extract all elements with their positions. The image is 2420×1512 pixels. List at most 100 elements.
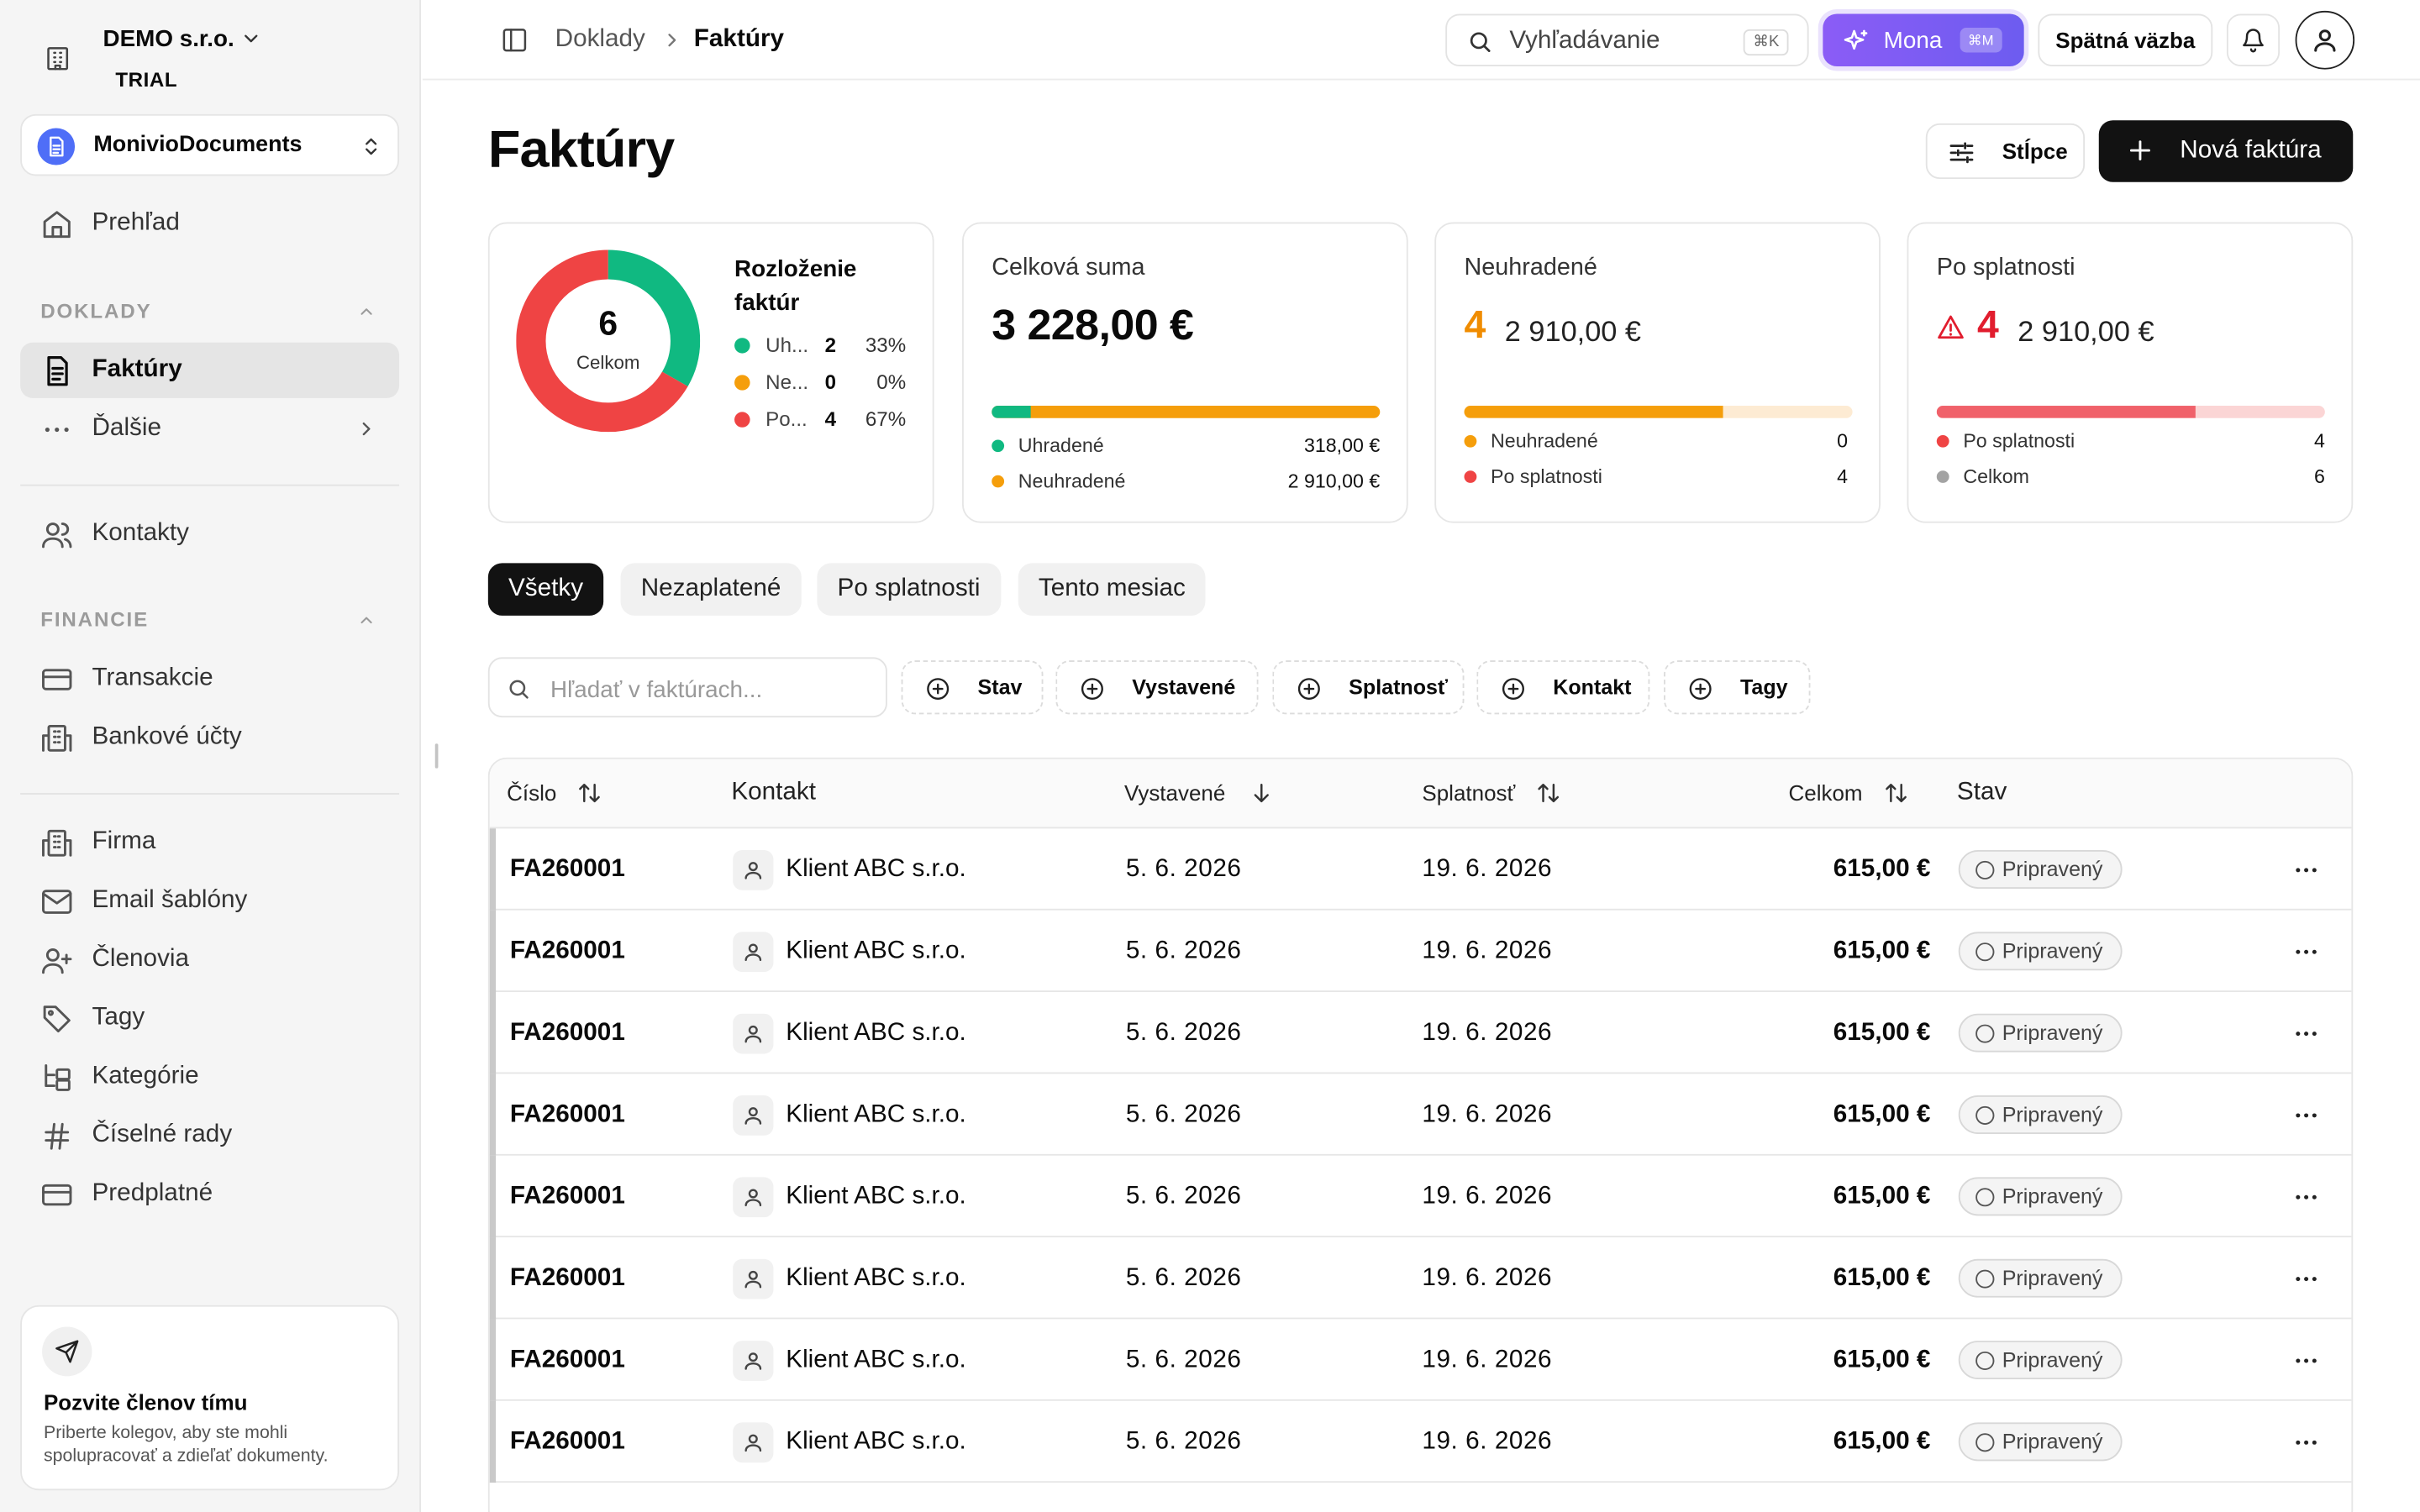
invoice-number[interactable]: FA260001 bbox=[510, 938, 625, 966]
invoice-search-input[interactable] bbox=[550, 672, 863, 707]
sidebar-item-bank-accounts[interactable]: Bankové účty bbox=[20, 710, 399, 765]
table-row[interactable]: FA260001 Klient ABC s.r.o. 5. 6. 2026 19. 6… bbox=[489, 991, 2352, 1074]
sort-icon[interactable] bbox=[1536, 780, 1561, 805]
sidebar-item-email-templates[interactable]: Email šablóny bbox=[20, 874, 399, 929]
more-actions-icon[interactable] bbox=[2292, 1347, 2320, 1374]
invoice-number[interactable]: FA260001 bbox=[510, 1184, 625, 1211]
sidebar-item-label: Email šablóny bbox=[92, 887, 248, 914]
sidebar-item-label: Členovia bbox=[92, 945, 190, 973]
sidebar-item-transactions[interactable]: Transakcie bbox=[20, 651, 399, 706]
status-circle-icon bbox=[1975, 1351, 1995, 1370]
invite-card[interactable]: Pozvite členov tímu Priberte kolegov, ab… bbox=[20, 1305, 400, 1491]
legend-value: 318,00 € bbox=[1303, 434, 1381, 457]
columns-button[interactable]: Stĺpce bbox=[1925, 123, 2086, 180]
org-switcher[interactable]: DEMO s.r.o. TRIAL bbox=[40, 22, 399, 99]
user-avatar-button[interactable] bbox=[2295, 10, 2355, 70]
column-header-number[interactable]: Číslo bbox=[507, 780, 556, 805]
sort-icon[interactable] bbox=[577, 780, 602, 805]
invoice-number[interactable]: FA260001 bbox=[510, 1265, 625, 1293]
search-icon bbox=[1467, 29, 1492, 54]
tab-this-month[interactable]: Tento mesiac bbox=[1018, 563, 1206, 616]
more-actions-icon[interactable] bbox=[2292, 1101, 2320, 1129]
sidebar-item-more[interactable]: Ďalšie bbox=[20, 402, 399, 457]
sidebar-toggle-icon[interactable] bbox=[501, 26, 529, 54]
legend-label: Celkom bbox=[1963, 465, 2029, 488]
filter-contact[interactable]: Kontakt bbox=[1476, 660, 1650, 715]
sidebar-item-subscription[interactable]: Predplatné bbox=[20, 1167, 399, 1222]
column-header-contact[interactable]: Kontakt bbox=[731, 780, 816, 807]
more-actions-icon[interactable] bbox=[2292, 1265, 2320, 1293]
global-search-input[interactable] bbox=[1509, 24, 1728, 59]
workspace-switcher[interactable]: MonivioDocuments bbox=[20, 113, 400, 176]
tab-unpaid[interactable]: Nezaplatené bbox=[620, 563, 802, 616]
tab-all[interactable]: Všetky bbox=[487, 563, 604, 616]
table-row[interactable]: FA260001 Klient ABC s.r.o. 5. 6. 2026 19. 6… bbox=[489, 1400, 2352, 1483]
more-actions-icon[interactable] bbox=[2292, 1184, 2320, 1211]
legend-label: Neuhradené bbox=[1018, 470, 1126, 492]
sidebar-item-company[interactable]: Firma bbox=[20, 815, 399, 870]
sidebar-item-members[interactable]: Členovia bbox=[20, 932, 399, 987]
invoice-contact[interactable]: Klient ABC s.r.o. bbox=[786, 1429, 966, 1457]
total-amount-card: Celková suma 3 228,00 € Uhradené 318,00 … bbox=[961, 222, 1408, 523]
legend-paid: Uhradené 318,00 € bbox=[992, 433, 1380, 461]
more-actions-icon[interactable] bbox=[2292, 938, 2320, 966]
column-header-status[interactable]: Stav bbox=[1957, 780, 2007, 807]
invoice-contact[interactable]: Klient ABC s.r.o. bbox=[786, 1184, 966, 1211]
notifications-button[interactable] bbox=[2226, 13, 2281, 66]
table-row[interactable]: FA260001 Klient ABC s.r.o. 5. 6. 2026 19. 6… bbox=[489, 828, 2352, 911]
filter-issued[interactable]: Vystavené bbox=[1055, 660, 1259, 715]
sidebar-resize-handle[interactable] bbox=[434, 743, 439, 769]
tab-overdue[interactable]: Po splatnosti bbox=[817, 563, 1001, 616]
contact-avatar-icon bbox=[733, 1422, 774, 1463]
mona-ai-button[interactable]: Mona ⌘M bbox=[1823, 13, 2024, 66]
table-row[interactable]: FA260001 Klient ABC s.r.o. 5. 6. 2026 19. 6… bbox=[489, 910, 2352, 992]
sidebar-item-overview[interactable]: Prehľad bbox=[20, 196, 399, 251]
invoice-contact[interactable]: Klient ABC s.r.o. bbox=[786, 1347, 966, 1374]
global-search[interactable]: ⌘K bbox=[1445, 13, 1809, 66]
invoice-number[interactable]: FA260001 bbox=[510, 856, 625, 884]
sidebar-item-invoices[interactable]: Faktúry bbox=[20, 342, 400, 398]
table-row[interactable]: FA260001 Klient ABC s.r.o. 5. 6. 2026 19. 6… bbox=[489, 1155, 2352, 1238]
more-actions-icon[interactable] bbox=[2292, 1020, 2320, 1047]
sidebar-item-contacts[interactable]: Kontakty bbox=[20, 506, 399, 561]
invoice-search[interactable] bbox=[487, 657, 887, 718]
chevron-up-icon[interactable] bbox=[357, 611, 376, 629]
sidebar-divider bbox=[20, 793, 400, 795]
breadcrumb-parent[interactable]: Doklady bbox=[555, 26, 645, 54]
sidebar-item-categories[interactable]: Kategórie bbox=[20, 1049, 399, 1105]
filter-tags[interactable]: Tagy bbox=[1664, 660, 1811, 715]
legend-percent: 33% bbox=[865, 333, 907, 357]
more-actions-icon[interactable] bbox=[2292, 1429, 2320, 1457]
column-header-total[interactable]: Celkom bbox=[1788, 780, 1862, 805]
invoice-contact[interactable]: Klient ABC s.r.o. bbox=[786, 856, 966, 884]
invoice-contact[interactable]: Klient ABC s.r.o. bbox=[786, 1265, 966, 1293]
plus-icon bbox=[2127, 137, 2154, 163]
invoice-contact[interactable]: Klient ABC s.r.o. bbox=[786, 1020, 966, 1047]
feedback-button[interactable]: Spätná väzba bbox=[2038, 13, 2213, 66]
new-invoice-button[interactable]: Nová faktúra bbox=[2098, 120, 2354, 182]
table-row[interactable]: FA260001 Klient ABC s.r.o. 5. 6. 2026 19. 6… bbox=[489, 1074, 2352, 1156]
sort-desc-icon[interactable] bbox=[1249, 780, 1274, 805]
sidebar-item-number-series[interactable]: Číselné rady bbox=[20, 1108, 399, 1163]
column-header-issued[interactable]: Vystavené bbox=[1124, 780, 1225, 805]
chevron-up-icon[interactable] bbox=[357, 302, 376, 321]
filter-due[interactable]: Splatnosť bbox=[1272, 660, 1465, 715]
sidebar-item-tags[interactable]: Tagy bbox=[20, 990, 399, 1046]
column-header-due[interactable]: Splatnosť bbox=[1422, 780, 1515, 805]
more-actions-icon[interactable] bbox=[2292, 856, 2320, 884]
invoice-number[interactable]: FA260001 bbox=[510, 1429, 625, 1457]
legend-label: Ne... bbox=[765, 370, 809, 394]
unpaid-fill bbox=[1464, 406, 1723, 418]
invoice-number[interactable]: FA260001 bbox=[510, 1020, 625, 1047]
invoice-due-date: 19. 6. 2026 bbox=[1422, 1183, 1553, 1210]
invoice-number[interactable]: FA260001 bbox=[510, 1347, 625, 1374]
sort-icon[interactable] bbox=[1884, 780, 1909, 805]
table-row[interactable]: FA260001 Klient ABC s.r.o. 5. 6. 2026 19. 6… bbox=[489, 1237, 2352, 1320]
invoice-contact[interactable]: Klient ABC s.r.o. bbox=[786, 1101, 966, 1129]
invoice-contact[interactable]: Klient ABC s.r.o. bbox=[786, 938, 966, 966]
distribution-total-label: Celkom bbox=[576, 351, 640, 374]
filter-status[interactable]: Stav bbox=[901, 660, 1044, 715]
invoice-number[interactable]: FA260001 bbox=[510, 1101, 625, 1129]
invoice-total: 615,00 € bbox=[1833, 1101, 1931, 1128]
table-row[interactable]: FA260001 Klient ABC s.r.o. 5. 6. 2026 19. 6… bbox=[489, 1319, 2352, 1401]
